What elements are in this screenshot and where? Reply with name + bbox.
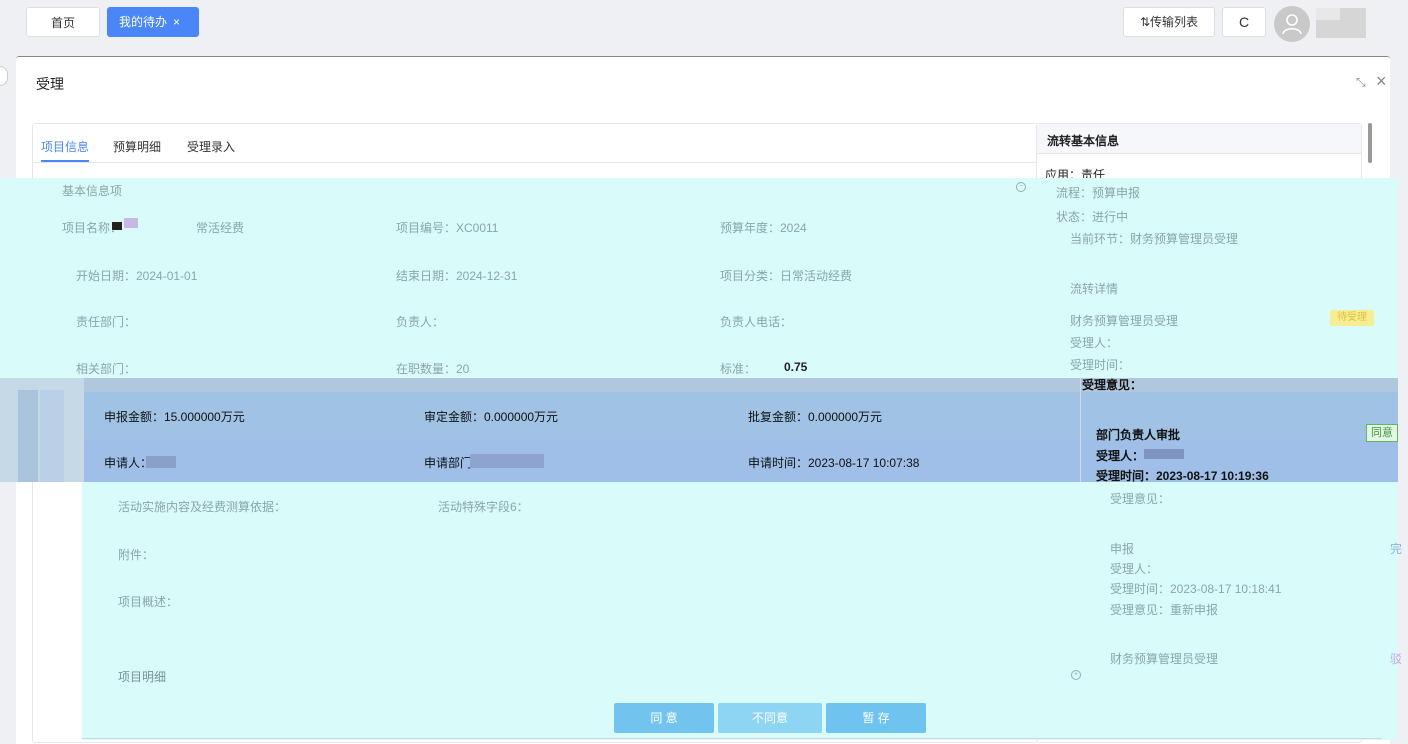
applicant: 申请人： (104, 456, 153, 470)
flow-step-2-badge: 同意 (1366, 424, 1398, 442)
band-divider (1080, 378, 1081, 482)
flow-step-4-node: 财务预算管理员受理 (1110, 652, 1219, 666)
tab-budget-detail[interactable]: 预算明细 (113, 138, 161, 155)
approved-set-amount: 审定金额：0.000000万元 (424, 410, 559, 424)
refresh-button[interactable]: C (1222, 7, 1266, 37)
agree-button[interactable]: 同 意 (614, 703, 714, 733)
standard-label: 标准： (720, 362, 757, 376)
flow-step-1-badge: 待受理 (1330, 310, 1374, 326)
transfer-list-button[interactable]: ⇅传输列表 (1123, 7, 1215, 37)
expand-icon[interactable]: ⤡ (1356, 75, 1366, 90)
tab-home[interactable]: 首页 (26, 7, 100, 37)
flow-step-2-node: 部门负责人审批 (1096, 428, 1181, 442)
flow-title: 流转基本信息 (1047, 134, 1120, 148)
flow-process: 流程：预算申报 (1056, 186, 1141, 200)
expand-circle-icon[interactable]: + (1071, 670, 1081, 680)
project-code: 项目编号：XC0011 (396, 221, 499, 235)
start-date: 开始日期：2024-01-01 (76, 269, 198, 283)
staff-count: 在职数量：20 (396, 362, 470, 376)
project-name-suffix: 常活经费 (196, 221, 245, 235)
redacted-mark (470, 454, 544, 468)
band-left-strip (0, 378, 84, 482)
responsible-dept: 责任部门： (76, 315, 137, 329)
end-date: 结束日期：2024-12-31 (396, 269, 518, 283)
redacted-mark (112, 222, 122, 230)
dialog-close-icon[interactable]: × (1376, 71, 1387, 92)
flow-step-3-opinion: 受理意见：重新申报 (1110, 603, 1219, 617)
attachment: 附件： (118, 548, 155, 562)
collapse-circle-icon[interactable]: − (1016, 182, 1026, 192)
user-name-redacted (1316, 8, 1366, 38)
tabs-divider (33, 162, 1037, 163)
disagree-button[interactable]: 不同意 (718, 703, 822, 733)
apply-time: 申请时间：2023-08-17 10:07:38 (748, 456, 920, 470)
flow-step-3-badge: 完 (1390, 542, 1403, 556)
flow-status: 状态：进行中 (1056, 210, 1129, 224)
user-icon (1282, 14, 1302, 35)
standard-value: 0.75 (784, 360, 808, 374)
flow-step-2-opinion: 受理意见： (1110, 492, 1171, 506)
project-category: 项目分类：日常活动经费 (720, 269, 853, 283)
flow-detail-title: 流转详情 (1070, 282, 1119, 296)
flow-step-1-handler: 受理人： (1070, 336, 1119, 350)
tab-project-info[interactable]: 项目信息 (41, 138, 89, 155)
save-draft-button[interactable]: 暂 存 (826, 703, 926, 733)
section-title: 基本信息项 (62, 184, 123, 198)
flow-header: 流转基本信息 (1037, 124, 1361, 154)
scrollbar-thumb[interactable] (1368, 123, 1372, 163)
flow-current-node: 当前环节：财务预算管理员受理 (1070, 232, 1239, 246)
person-in-charge: 负责人： (396, 315, 445, 329)
flow-step-2-handler: 受理人： (1096, 449, 1145, 463)
budget-year: 预算年度：2024 (720, 221, 807, 235)
tab-my-todo[interactable]: 我的待办 × (107, 7, 199, 37)
related-dept: 相关部门： (76, 362, 137, 376)
project-summary: 项目概述： (118, 595, 179, 609)
redacted-mark (1144, 449, 1184, 459)
project-detail-title: 项目明细 (118, 670, 167, 684)
flow-step-1-time: 受理时间： (1070, 358, 1131, 372)
redacted-mark (146, 456, 176, 468)
close-icon[interactable]: × (173, 15, 180, 29)
activity-basis: 活动实施内容及经费测算依据： (118, 500, 287, 514)
declared-amount: 申报金额：15.000000万元 (104, 410, 245, 424)
flow-step-4-badge: 驳 (1390, 652, 1403, 666)
redacted-mark (124, 218, 138, 228)
flow-step-3-time: 受理时间：2023-08-17 10:18:41 (1110, 582, 1282, 596)
tab-my-todo-label: 我的待办 (119, 15, 168, 29)
phone: 负责人电话： (720, 315, 793, 329)
dialog-title: 受理 (36, 76, 64, 92)
flow-step-1-opinion: 受理意见： (1082, 378, 1143, 392)
bottom-divider (82, 738, 1382, 739)
activity-special-field: 活动特殊字段6： (438, 500, 529, 514)
approved-amount: 批复金额：0.000000万元 (748, 410, 883, 424)
flow-step-3-node: 申报 (1110, 542, 1135, 556)
amount-row (84, 392, 1398, 440)
flow-step-1-node: 财务预算管理员受理 (1070, 314, 1179, 328)
avatar[interactable] (1274, 6, 1310, 42)
tab-accept-entry[interactable]: 受理录入 (187, 138, 235, 155)
flow-step-3-handler: 受理人： (1110, 562, 1159, 576)
collapse-handle[interactable] (0, 66, 8, 86)
top-bar: 首页 我的待办 × ⇅传输列表 C (0, 0, 1408, 48)
